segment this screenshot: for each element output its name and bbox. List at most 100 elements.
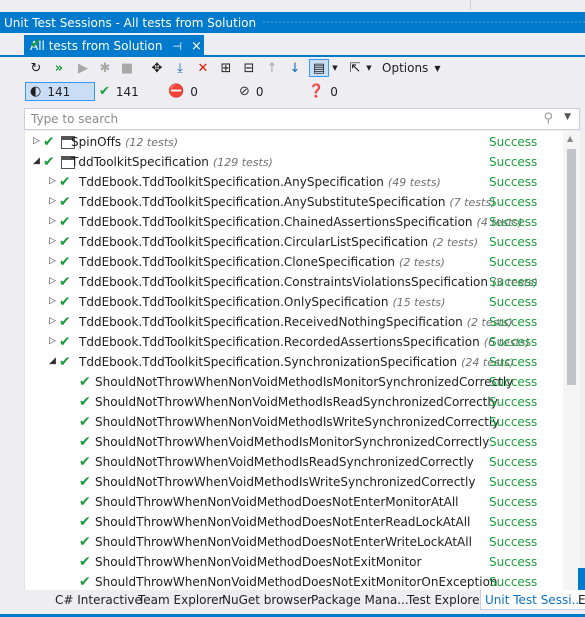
expand-all-icon[interactable]: ⊞ [217, 59, 235, 77]
test-group-row[interactable]: ▷ ✔ TddEbook.TddToolkitSpecification.AnySp… [25, 173, 565, 193]
test-name-text: ShouldNotThrowWhenNonVoidMethodIsWriteSy… [95, 415, 500, 429]
test-row[interactable]: ✔ ShouldThrowWhenNonVoidMethodDoesNotEnte… [25, 493, 565, 513]
options-button[interactable]: Options ▼ [382, 59, 440, 77]
bottom-tab-package-mana[interactable]: Package Mana... [311, 590, 409, 610]
stop-icon[interactable]: ■ [119, 59, 135, 77]
search-input[interactable]: Type to search ⚲ ▼ [24, 108, 580, 130]
test-name: ShouldNotThrowWhenVoidMethodIsReadSynchr… [95, 455, 474, 469]
test-group-row[interactable]: ▷ ✔ TddEbook.TddToolkitSpecification.Recei… [25, 313, 565, 333]
tab-label: All tests from Solution [30, 39, 163, 53]
expand-arrow-icon[interactable]: ▷ [49, 236, 56, 246]
test-name: ShouldThrowWhenNonVoidMethodDoesNotEnter… [95, 515, 470, 529]
collapse-all-icon[interactable]: ⊟ [240, 59, 258, 77]
expand-arrow-icon[interactable]: ▷ [49, 256, 56, 266]
download-icon[interactable]: ⤓ [171, 59, 189, 77]
collapse-arrow-icon[interactable]: ◢ [33, 156, 40, 166]
tool-window-titlebar[interactable]: Unit Test Sessions - All tests from Solu… [0, 12, 585, 33]
view-icon[interactable]: ▤ [309, 59, 329, 77]
toolbar: ↻ » ▶ ✱ ■ ✥ ⤓ ✕ ⊞ ⊟ ↑ ↓ ▤ ▼ ⇱ ▼ Options … [0, 57, 585, 79]
test-row[interactable]: ✔ ShouldNotThrowWhenVoidMethodIsReadSynch… [25, 453, 565, 473]
bottom-tab-c-interactive[interactable]: C# Interactive [55, 590, 142, 610]
test-group-row[interactable]: ▷ ✔ TddEbook.TddToolkitSpecification.OnlyS… [25, 293, 565, 313]
test-row[interactable]: ✔ ShouldThrowWhenNonVoidMethodDoesNotExit… [25, 553, 565, 573]
tab-all-tests[interactable]: ✔ All tests from Solution ⊣ × [24, 35, 204, 57]
success-check-icon: ✔ [79, 534, 91, 550]
expand-arrow-icon[interactable]: ▷ [49, 276, 56, 286]
failed-icon: ⛔ [168, 84, 185, 99]
filter-ignored-button[interactable]: ⊘ 0 [239, 82, 264, 101]
test-name: TddEbook.TddToolkitSpecification.AnySubs… [79, 195, 495, 209]
success-check-icon: ✔ [79, 394, 91, 410]
expand-arrow-icon[interactable]: ▷ [49, 336, 56, 346]
run-all-icon[interactable]: » [50, 59, 68, 77]
pin-icon[interactable]: ⊣ [172, 40, 182, 53]
expand-arrow-icon[interactable]: ▷ [49, 316, 56, 326]
test-row[interactable]: ✔ ShouldThrowWhenNonVoidMethodDoesNotExit… [25, 573, 565, 591]
test-group-row[interactable]: ◢ ✔ TddToolkitSpecification (129 tests) Succ… [25, 153, 565, 173]
test-group-row[interactable]: ▷ ✔ TddEbook.TddToolkitSpecification.AnySu… [25, 193, 565, 213]
refresh-icon[interactable]: ↻ [27, 59, 45, 77]
test-row[interactable]: ✔ ShouldNotThrowWhenVoidMethodIsWriteSync… [25, 473, 565, 493]
expand-arrow-icon[interactable]: ▷ [49, 196, 56, 206]
export-icon[interactable]: ⇱ [346, 59, 364, 77]
test-row[interactable]: ✔ ShouldNotThrowWhenNonVoidMethodIsReadSy… [25, 393, 565, 413]
test-row[interactable]: ✔ ShouldThrowWhenNonVoidMethodDoesNotEnte… [25, 533, 565, 553]
search-dropdown-icon[interactable]: ▼ [564, 112, 571, 122]
ignored-count: 0 [255, 84, 264, 99]
test-row[interactable]: ✔ ShouldThrowWhenNonVoidMethodDoesNotEnte… [25, 513, 565, 533]
test-name: ShouldThrowWhenNonVoidMethodDoesNotExitM… [95, 575, 498, 589]
success-check-icon: ✔ [79, 494, 91, 510]
scrollbar-thumb[interactable] [567, 149, 576, 385]
test-name-text: SpinOffs [71, 135, 122, 149]
filter-passed-button[interactable]: ✔ 141 [99, 82, 139, 101]
bottom-tab-e[interactable]: E [578, 590, 585, 610]
test-group-row[interactable]: ▷ ✔ SpinOffs (12 tests) Success [25, 133, 565, 153]
top-strip [0, 0, 585, 12]
arrow-down-icon[interactable]: ↓ [286, 59, 304, 77]
test-group-row[interactable]: ▷ ✔ TddEbook.TddToolkitSpecification.Recor… [25, 333, 565, 353]
filter-all-button[interactable]: ◐ 141 [25, 82, 95, 101]
paw-icon[interactable]: ✥ [148, 59, 166, 77]
success-check-icon: ✔ [79, 514, 91, 530]
test-name-text: TddEbook.TddToolkitSpecification.CloneSp… [79, 255, 396, 269]
test-group-row[interactable]: ▷ ✔ TddEbook.TddToolkitSpecification.Circu… [25, 233, 565, 253]
close-icon[interactable]: × [191, 39, 202, 54]
test-name-text: TddEbook.TddToolkitSpecification.Receive… [79, 315, 463, 329]
test-name-text: ShouldNotThrowWhenVoidMethodIsWriteSynch… [95, 475, 476, 489]
export-dropdown-icon[interactable]: ▼ [364, 59, 374, 77]
arrow-up-icon[interactable]: ↑ [263, 59, 281, 77]
view-dropdown-icon[interactable]: ▼ [330, 59, 340, 77]
bottom-tab-unit-test-sessi[interactable]: Unit Test Sessi... [480, 590, 585, 610]
test-name: ShouldNotThrowWhenVoidMethodIsWriteSynch… [95, 475, 475, 489]
test-name: TddEbook.TddToolkitSpecification.Recorde… [79, 335, 530, 349]
test-name: ShouldThrowWhenNonVoidMethodDoesNotExitM… [95, 555, 421, 569]
run-icon[interactable]: ▶ [75, 59, 91, 77]
expand-arrow-icon[interactable]: ▷ [33, 136, 40, 146]
status-label: Success [489, 415, 538, 429]
test-row[interactable]: ✔ ShouldNotThrowWhenNonVoidMethodIsMonito… [25, 373, 565, 393]
bottom-tab-test-explorer[interactable]: Test Explorer [407, 590, 484, 610]
filter-inconclusive-button[interactable]: ❓ 0 [308, 82, 338, 101]
test-group-row[interactable]: ▷ ✔ TddEbook.TddToolkitSpecification.Const… [25, 273, 565, 293]
test-group-row[interactable]: ▷ ✔ TddEbook.TddToolkitSpecification.Clone… [25, 253, 565, 273]
test-name-text: ShouldNotThrowWhenNonVoidMethodIsReadSyn… [95, 395, 498, 409]
expand-arrow-icon[interactable]: ▷ [49, 176, 56, 186]
collapse-arrow-icon[interactable]: ◢ [49, 356, 56, 366]
filter-failed-button[interactable]: ⛔ 0 [168, 82, 198, 101]
title-grip [262, 20, 585, 25]
scroll-up-icon[interactable]: ▲ [567, 134, 573, 143]
test-group-row[interactable]: ◢ ✔ TddEbook.TddToolkitSpecification.Synch… [25, 353, 565, 373]
success-check-icon: ✔ [79, 414, 91, 430]
test-row[interactable]: ✔ ShouldNotThrowWhenVoidMethodIsMonitorSy… [25, 433, 565, 453]
debug-icon[interactable]: ✱ [96, 59, 114, 77]
vertical-scrollbar[interactable]: ▲ [563, 131, 580, 591]
bottom-tab-team-explorer[interactable]: Team Explorer [138, 590, 224, 610]
expand-arrow-icon[interactable]: ▷ [49, 216, 56, 226]
test-group-row[interactable]: ▷ ✔ TddEbook.TddToolkitSpecification.Chain… [25, 213, 565, 233]
test-row[interactable]: ✔ ShouldNotThrowWhenNonVoidMethodIsWriteS… [25, 413, 565, 433]
search-settings-icon[interactable]: ⚲ [543, 111, 553, 126]
expand-arrow-icon[interactable]: ▷ [49, 296, 56, 306]
delete-icon[interactable]: ✕ [194, 59, 212, 77]
bottom-tab-nuget-browser[interactable]: NuGet browser [222, 590, 312, 610]
all-count: 141 [47, 84, 71, 99]
